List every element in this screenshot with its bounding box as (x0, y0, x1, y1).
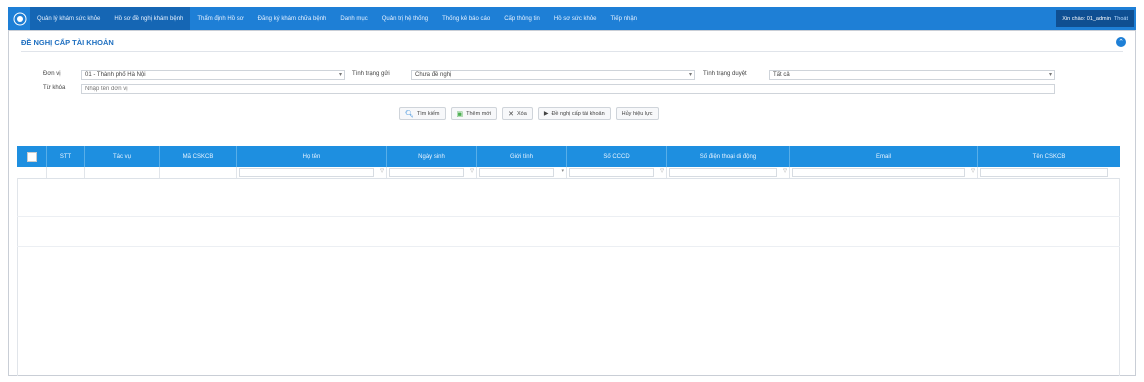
chevron-down-icon: ▾ (338, 72, 342, 78)
add-button-label: Thêm mới (466, 110, 492, 117)
logo-icon[interactable] (10, 9, 30, 29)
filter-cell (47, 167, 85, 178)
col-ma-cskcb[interactable]: Mã CSKCB (160, 146, 237, 167)
nav-tiep-nhan[interactable]: Tiếp nhận (604, 7, 644, 30)
search-button-label: Tìm kiếm (416, 110, 440, 117)
col-stt[interactable]: STT (47, 146, 85, 167)
status-approve-select[interactable]: Tất cả ▾ (769, 70, 1055, 80)
cancel-request-label: Hủy hiệu lực (621, 110, 653, 117)
nav-danh-muc[interactable]: Danh mục (333, 7, 374, 30)
filter-ngay-sinh[interactable]: ▽ (387, 167, 477, 178)
filter-cell (85, 167, 160, 178)
col-tac-vu[interactable]: Tác vụ (85, 146, 160, 167)
search-icon: 🔍︎ (405, 110, 414, 118)
filter-so-cccd[interactable]: ▽ (567, 167, 667, 178)
user-name: Xin chào: 01_admin (1062, 15, 1111, 22)
grid-body (17, 178, 1120, 376)
select-all-checkbox[interactable] (26, 151, 37, 162)
nav-ho-so-suc-khoe[interactable]: Hồ sơ sức khỏe (547, 7, 604, 30)
panel-title: ĐỀ NGHỊ CẤP TÀI KHOẢN (21, 38, 114, 47)
keyword-input[interactable] (81, 84, 1055, 94)
toolbar: 🔍︎ Tìm kiếm ▣ Thêm mới ✕ Xóa ▶ Đề nghị cấp t… (399, 107, 659, 120)
user-info[interactable]: Xin chào: 01_admin Thoát (1056, 10, 1134, 27)
add-icon: ▣ (456, 110, 464, 118)
nav-ho-so-de-nghi[interactable]: Hồ sơ đề nghị khám bệnh (107, 7, 191, 30)
nav-thong-ke[interactable]: Thống kê báo cáo (435, 7, 497, 30)
chevron-down-icon[interactable]: ▾ (561, 168, 564, 174)
filter-icon[interactable]: ▽ (783, 168, 787, 174)
top-nav: Quản lý khám sức khỏe Hồ sơ đề nghị khám… (8, 7, 1136, 30)
delete-button[interactable]: ✕ Xóa (502, 107, 533, 120)
col-email[interactable]: Email (790, 146, 978, 167)
col-so-cccd[interactable]: Số CCCD (567, 146, 667, 167)
col-gioi-tinh[interactable]: Giới tính (477, 146, 567, 167)
cancel-request-button[interactable]: Hủy hiệu lực (615, 107, 659, 120)
nav-kham-suc-khoe[interactable]: Quản lý khám sức khỏe (30, 7, 108, 30)
grid-divider (17, 246, 1120, 247)
delete-button-label: Xóa (517, 110, 527, 117)
col-so-dien-thoai[interactable]: Số điện thoại di động (667, 146, 790, 167)
keyword-label: Từ khóa (43, 85, 66, 91)
unit-select-value: 01 - Thành phố Hà Nội (85, 72, 146, 78)
chevron-down-icon: ▾ (688, 72, 692, 78)
status-approve-label: Tình trạng duyệt (703, 71, 747, 77)
unit-select[interactable]: 01 - Thành phố Hà Nội ▾ (81, 70, 345, 80)
search-button[interactable]: 🔍︎ Tìm kiếm (399, 107, 446, 120)
filter-icon[interactable]: ▽ (660, 168, 664, 174)
close-icon: ✕ (508, 110, 515, 118)
request-account-button[interactable]: ▶ Đề nghị cấp tài khoản (537, 107, 611, 120)
col-ngay-sinh[interactable]: Ngày sinh (387, 146, 477, 167)
collapse-icon[interactable]: ⌃ (1116, 37, 1126, 47)
filter-gioi-tinh[interactable]: ▾ (477, 167, 567, 178)
filter-cell (160, 167, 237, 178)
filter-icon[interactable]: ▽ (971, 168, 975, 174)
filter-ten-cskcb[interactable] (978, 167, 1120, 178)
status-request-label: Tình trạng gửi (352, 71, 390, 77)
logout-link[interactable]: Thoát (1114, 16, 1128, 22)
request-button-label: Đề nghị cấp tài khoản (551, 110, 605, 117)
col-ho-ten[interactable]: Họ tên (237, 146, 387, 167)
status-request-select[interactable]: Chưa đề nghị ▾ (411, 70, 695, 80)
filter-email[interactable]: ▽ (790, 167, 978, 178)
filter-cell (17, 167, 47, 178)
nav-cap-thong-tin[interactable]: Cấp thông tin (497, 7, 547, 30)
col-ten-cskcb[interactable]: Tên CSKCB (978, 146, 1120, 167)
status-request-value: Chưa đề nghị (415, 72, 452, 78)
nav-dang-ky-kcb[interactable]: Đăng ký khám chữa bệnh (251, 7, 334, 30)
filter-icon[interactable]: ▽ (470, 168, 474, 174)
grid-header: STT Tác vụ Mã CSKCB Họ tên Ngày sinh Giớ… (17, 146, 1120, 167)
nav-quan-tri[interactable]: Quản trị hệ thống (375, 7, 435, 30)
filter-ho-ten[interactable]: ▽ (237, 167, 387, 178)
filter-so-dien-thoai[interactable]: ▽ (667, 167, 790, 178)
select-all-cell (17, 146, 47, 167)
chevron-down-icon: ▾ (1048, 72, 1052, 78)
nav-tham-dinh[interactable]: Thẩm định Hồ sơ (190, 7, 250, 30)
grid-divider (17, 216, 1120, 217)
filter-icon[interactable]: ▽ (380, 168, 384, 174)
status-approve-value: Tất cả (773, 72, 790, 78)
unit-label: Đơn vị (43, 71, 61, 77)
add-button[interactable]: ▣ Thêm mới (450, 107, 498, 120)
play-icon: ▶ (543, 111, 549, 117)
title-divider (21, 51, 1123, 52)
main-menu: Quản lý khám sức khỏe Hồ sơ đề nghị khám… (30, 7, 644, 30)
